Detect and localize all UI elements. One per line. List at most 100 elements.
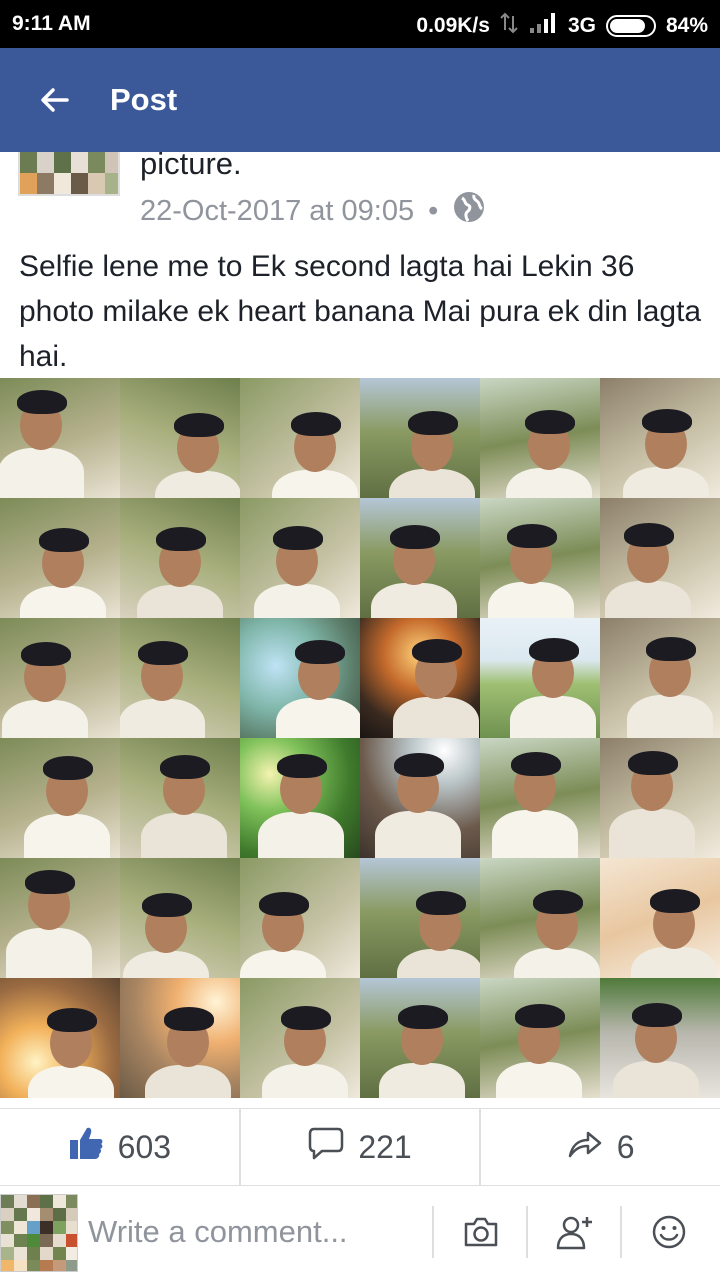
photo-subject-shirt [254, 584, 340, 618]
status-time: 9:11 AM [12, 12, 91, 35]
post-body: Selfie lene me to Ek second lagta hai Le… [19, 250, 702, 373]
photo-subject-shirt [20, 586, 106, 618]
photo-subject-shirt [379, 1063, 465, 1098]
photo-subject-hair [164, 1007, 214, 1031]
collage-photo[interactable] [0, 738, 120, 858]
photo-subject-shirt [240, 950, 326, 978]
photo-subject-hair [416, 891, 466, 915]
collage-photo[interactable] [480, 738, 600, 858]
collage-photo[interactable] [240, 378, 360, 498]
post-actions-bar: 603 221 6 [0, 1108, 720, 1186]
status-icons: 0.09K/s 3G 84% [416, 12, 708, 40]
photo-subject-shirt [141, 813, 227, 858]
like-count: 603 [117, 1128, 172, 1165]
photo-subject-shirt [120, 699, 205, 738]
collage-photo[interactable] [480, 978, 600, 1098]
photo-subject-hair [142, 893, 192, 917]
photo-subject-shirt [375, 811, 461, 858]
photo-subject-hair [650, 889, 700, 913]
photo-subject-hair [529, 638, 579, 662]
collage-photo[interactable] [480, 378, 600, 498]
back-arrow-icon[interactable] [34, 80, 74, 120]
share-button[interactable]: 6 [481, 1109, 720, 1185]
collage-photo[interactable] [0, 618, 120, 738]
collage-photo[interactable] [240, 498, 360, 618]
collage-photo[interactable] [0, 378, 120, 498]
photo-subject-hair [138, 641, 188, 665]
collage-photo[interactable] [360, 498, 480, 618]
collage-photo[interactable] [240, 978, 360, 1098]
collage-photo[interactable] [120, 378, 240, 498]
photo-subject-hair [160, 755, 210, 779]
photo-subject-hair [259, 892, 309, 916]
photo-subject-hair [394, 753, 444, 777]
smiley-icon[interactable] [647, 1210, 691, 1254]
photo-subject-hair [281, 1006, 331, 1030]
data-transfer-icon [500, 12, 518, 40]
status-bar: 9:11 AM 0.09K/s 3G 84% [0, 0, 720, 48]
photo-subject-hair [525, 410, 575, 434]
collage-photo[interactable] [600, 498, 720, 618]
collage-photo[interactable] [360, 618, 480, 738]
collage-photo[interactable] [600, 978, 720, 1098]
comment-bar-divider [620, 1206, 622, 1258]
photo-subject-shirt [6, 928, 92, 978]
photo-subject-hair [43, 756, 93, 780]
comment-bar-divider [526, 1206, 528, 1258]
collage-photo[interactable] [120, 858, 240, 978]
profile-avatar[interactable] [18, 152, 120, 196]
photo-subject-hair [632, 1003, 682, 1027]
photo-subject-hair [628, 751, 678, 775]
photo-subject-shirt [605, 581, 691, 618]
photo-subject-hair [25, 870, 75, 894]
like-button[interactable]: 603 [0, 1109, 241, 1185]
photo-subject-hair [295, 640, 345, 664]
collage-photo[interactable] [360, 738, 480, 858]
photo-subject-shirt [276, 698, 360, 738]
photo-subject-shirt [609, 809, 695, 858]
collage-photo[interactable] [0, 858, 120, 978]
battery-percent: 84% [665, 14, 708, 37]
collage-photo[interactable] [240, 618, 360, 738]
collage-photo[interactable] [480, 858, 600, 978]
collage-photo[interactable] [0, 978, 120, 1098]
collage-photo[interactable] [0, 498, 120, 618]
collage-photo[interactable] [360, 978, 480, 1098]
post-timestamp[interactable]: 22-Oct-2017 at 09:05 [140, 195, 414, 228]
collage-photo[interactable] [120, 498, 240, 618]
collage-photo[interactable] [120, 738, 240, 858]
photo-collage[interactable] [0, 378, 720, 1098]
photo-subject-hair [533, 890, 583, 914]
collage-photo[interactable] [480, 618, 600, 738]
collage-photo[interactable] [240, 858, 360, 978]
photo-subject-hair [291, 412, 341, 436]
photo-subject-hair [21, 642, 71, 666]
collage-photo[interactable] [360, 378, 480, 498]
collage-photo[interactable] [360, 858, 480, 978]
collage-photo[interactable] [120, 618, 240, 738]
comment-button[interactable]: 221 [241, 1109, 482, 1185]
photo-subject-shirt [137, 585, 223, 618]
photo-subject-hair [511, 752, 561, 776]
photo-subject-shirt [262, 1064, 348, 1098]
collage-photo[interactable] [120, 978, 240, 1098]
camera-icon[interactable] [459, 1210, 503, 1254]
add-person-icon[interactable] [553, 1210, 597, 1254]
comment-count: 221 [358, 1128, 412, 1165]
collage-photo[interactable] [480, 498, 600, 618]
collage-photo[interactable] [600, 738, 720, 858]
photo-subject-shirt [623, 467, 709, 498]
comment-input[interactable]: Write a comment... [88, 1214, 348, 1250]
collage-photo[interactable] [600, 858, 720, 978]
photo-subject-shirt [510, 696, 596, 738]
photo-subject-shirt [389, 469, 475, 498]
globe-icon [452, 190, 486, 232]
collage-photo[interactable] [240, 738, 360, 858]
photo-subject-hair [174, 413, 224, 437]
collage-photo[interactable] [600, 378, 720, 498]
photo-subject-shirt [155, 471, 240, 498]
photo-subject-shirt [393, 697, 479, 738]
photo-subject-hair [646, 637, 696, 661]
photo-subject-shirt [613, 1061, 699, 1098]
collage-photo[interactable] [600, 618, 720, 738]
